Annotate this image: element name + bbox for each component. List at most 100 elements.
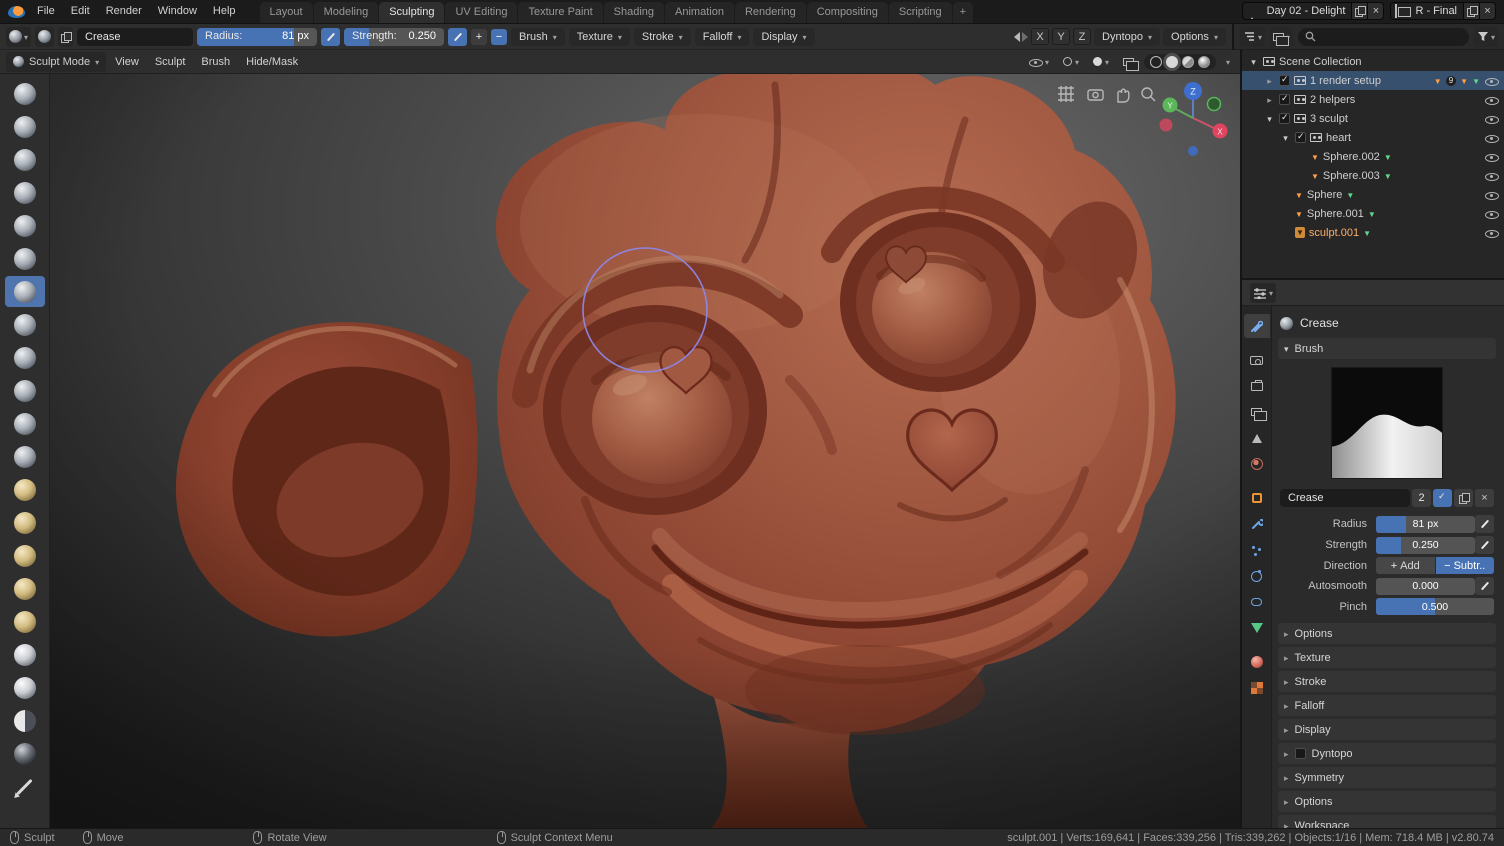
- mirror-y-toggle[interactable]: Y: [1052, 28, 1071, 45]
- brush-clay-strips-button[interactable]: [4, 144, 45, 175]
- viewport-canvas[interactable]: Z X Y: [0, 74, 1240, 828]
- brush-clay-button[interactable]: [4, 111, 45, 142]
- pinch-slider[interactable]: 0.500: [1376, 598, 1494, 615]
- collection-checkbox[interactable]: [1295, 131, 1306, 143]
- tab-material[interactable]: [1244, 650, 1270, 674]
- direction-subtract-button[interactable]: [491, 28, 508, 45]
- brush-pinch-button[interactable]: [4, 441, 45, 472]
- strength-slider[interactable]: Strength: 0.250: [344, 27, 445, 46]
- brush-scrape-button[interactable]: [4, 408, 45, 439]
- shading-solid-button[interactable]: [1165, 55, 1178, 68]
- brush-snake-hook-button[interactable]: [4, 540, 45, 571]
- shading-material-button[interactable]: [1181, 55, 1194, 68]
- visibility-dropdown[interactable]: [1024, 52, 1053, 71]
- hide-eye-toggle[interactable]: [1484, 75, 1499, 87]
- browse-brush-button[interactable]: [58, 26, 74, 47]
- falloff-dropdown[interactable]: Falloff: [694, 27, 750, 46]
- brush-elastic-deform-button[interactable]: [4, 507, 45, 538]
- outliner-row-helpers[interactable]: 2 helpers: [1242, 90, 1504, 109]
- collection-checkbox[interactable]: [1279, 74, 1290, 86]
- menu-window[interactable]: Window: [150, 0, 205, 23]
- annotate-tool-button[interactable]: [4, 771, 45, 802]
- menu-brush[interactable]: Brush: [194, 56, 237, 68]
- brush-crease-button[interactable]: [4, 276, 45, 307]
- outliner-search[interactable]: [1297, 27, 1469, 46]
- new-brush-button[interactable]: [1454, 489, 1473, 507]
- texture-dropdown[interactable]: Texture: [568, 27, 630, 46]
- sculpt-scene[interactable]: Z X Y: [0, 74, 1240, 828]
- tab-compositing[interactable]: Compositing: [806, 2, 888, 23]
- tab-output[interactable]: [1244, 374, 1270, 398]
- direction-add-button[interactable]: [471, 28, 488, 45]
- brush-inflate-button[interactable]: [4, 210, 45, 241]
- new-view-layer-button[interactable]: [1463, 3, 1479, 19]
- dyntopo-checkbox[interactable]: [1294, 748, 1306, 759]
- delete-scene-button[interactable]: [1367, 3, 1384, 19]
- brush-grab-button[interactable]: [4, 474, 45, 505]
- tab-uv-editing[interactable]: UV Editing: [445, 2, 518, 23]
- outliner-row-scene-collection[interactable]: Scene Collection: [1242, 52, 1504, 71]
- tab-layout[interactable]: Layout: [259, 2, 313, 23]
- tab-world[interactable]: [1244, 452, 1270, 476]
- menu-hide-mask[interactable]: Hide/Mask: [239, 56, 305, 68]
- menu-sculpt[interactable]: Sculpt: [148, 56, 193, 68]
- tab-animation[interactable]: Animation: [665, 2, 734, 23]
- hide-eye-toggle[interactable]: [1484, 170, 1499, 182]
- hide-eye-toggle[interactable]: [1484, 151, 1499, 163]
- hide-eye-toggle[interactable]: [1484, 132, 1499, 144]
- shading-dropdown[interactable]: [1222, 52, 1234, 71]
- symmetry-panel-header[interactable]: Symmetry: [1278, 767, 1496, 788]
- tab-constraints[interactable]: [1244, 590, 1270, 614]
- brush-draw-button[interactable]: [4, 78, 45, 109]
- view-layer-selector[interactable]: R - Final: [1390, 2, 1496, 20]
- outliner-row-sculpt[interactable]: 3 sculpt: [1242, 109, 1504, 128]
- tab-particles[interactable]: [1244, 538, 1270, 562]
- options-panel-header[interactable]: Options: [1278, 623, 1496, 644]
- menu-help[interactable]: Help: [205, 0, 244, 23]
- scene-selector[interactable]: Day 02 - Delight: [1241, 2, 1385, 20]
- autosmooth-slider[interactable]: 0.000: [1376, 577, 1475, 595]
- hide-eye-toggle[interactable]: [1484, 208, 1499, 220]
- texture-panel-header[interactable]: Texture: [1278, 647, 1496, 668]
- brush-preview[interactable]: [1278, 361, 1496, 487]
- brush-mask-button[interactable]: [4, 738, 45, 769]
- add-workspace-button[interactable]: +: [952, 2, 974, 23]
- properties-editor-type-dropdown[interactable]: [1250, 282, 1277, 303]
- brush-pose-button[interactable]: [4, 606, 45, 637]
- outliner-row-sphere[interactable]: Sphere: [1242, 185, 1504, 204]
- tab-texture-paint[interactable]: Texture Paint: [518, 2, 603, 23]
- tab-render[interactable]: [1244, 348, 1270, 372]
- brush-thumb-button[interactable]: [4, 573, 45, 604]
- tab-texture[interactable]: [1244, 676, 1270, 700]
- outliner-row-render-setup[interactable]: 1 render setup 9: [1242, 71, 1504, 90]
- dyntopo-panel-header[interactable]: Dyntopo: [1278, 743, 1496, 764]
- xray-toggle[interactable]: [1119, 52, 1139, 71]
- display-panel-header[interactable]: Display: [1278, 719, 1496, 740]
- tab-scripting[interactable]: Scripting: [888, 2, 952, 23]
- fake-user-toggle[interactable]: [1433, 489, 1452, 507]
- brush-smooth-button[interactable]: [4, 309, 45, 340]
- active-tool-dropdown[interactable]: [6, 26, 32, 47]
- overlays-dropdown[interactable]: [1089, 52, 1113, 71]
- outliner-row-sphere-002[interactable]: Sphere.002: [1242, 147, 1504, 166]
- display-dropdown[interactable]: Display: [753, 27, 815, 46]
- hide-eye-toggle[interactable]: [1484, 94, 1499, 106]
- tab-shading[interactable]: Shading: [603, 2, 665, 23]
- strength-pressure-toggle[interactable]: [1475, 536, 1494, 554]
- new-scene-button[interactable]: [1351, 3, 1368, 19]
- stroke-panel-header[interactable]: Stroke: [1278, 671, 1496, 692]
- brush-slide-relax-button[interactable]: [4, 705, 45, 736]
- outliner-row-heart[interactable]: heart: [1242, 128, 1504, 147]
- brush-name-field[interactable]: Crease: [1280, 489, 1410, 507]
- strength-slider[interactable]: 0.250: [1376, 536, 1475, 554]
- brush-dropdown[interactable]: Brush: [511, 27, 565, 46]
- mirror-x-toggle[interactable]: X: [1031, 28, 1050, 45]
- dyntopo-dropdown[interactable]: Dyntopo: [1094, 27, 1161, 46]
- tab-rendering[interactable]: Rendering: [734, 2, 806, 23]
- radius-pressure-toggle[interactable]: [321, 27, 341, 46]
- outliner-search-input[interactable]: [1319, 30, 1462, 43]
- collection-checkbox[interactable]: [1279, 112, 1290, 124]
- radius-pressure-toggle[interactable]: [1475, 515, 1494, 533]
- hide-eye-toggle[interactable]: [1484, 227, 1499, 239]
- outliner-row-sphere-003[interactable]: Sphere.003: [1242, 166, 1504, 185]
